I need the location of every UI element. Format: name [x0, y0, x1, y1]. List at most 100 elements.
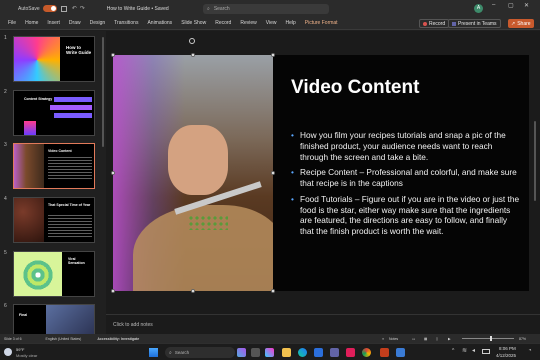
bullet-text: Food Tutorials – Figure out if you are i… [300, 193, 520, 237]
slide-thumbnail-3[interactable]: Video Content [13, 143, 95, 189]
slide-thumbnail-5[interactable]: Viral Sensation [13, 251, 95, 297]
weather-icon[interactable] [4, 348, 12, 356]
share-icon: ↗ [511, 20, 516, 27]
maximize-icon[interactable]: ▢ [508, 2, 514, 9]
notes-toggle[interactable]: Notes [389, 337, 398, 341]
slide-number: 4 [4, 196, 7, 202]
battery-icon[interactable] [482, 349, 490, 354]
resize-handle[interactable] [271, 53, 275, 57]
tab-animations[interactable]: Animations [147, 20, 172, 26]
share-label: Share [517, 20, 531, 27]
food-photo-image [14, 144, 44, 188]
tab-record[interactable]: Record [215, 20, 231, 26]
copilot-icon[interactable] [265, 348, 274, 357]
tab-transitions[interactable]: Transitions [114, 20, 138, 26]
redo-icon[interactable]: ↷ [80, 5, 85, 12]
undo-icon[interactable]: ↶ [72, 5, 77, 12]
zoom-slider-thumb[interactable] [490, 336, 492, 341]
app-icon[interactable] [237, 348, 246, 357]
language-status[interactable]: English (United States) [46, 337, 82, 341]
zoom-slider[interactable] [462, 336, 514, 341]
food-photo-image[interactable] [113, 55, 273, 291]
present-in-teams-button[interactable]: Present in Teams [448, 19, 501, 28]
slide-sorter-icon[interactable]: ▦ [424, 337, 427, 341]
slide-number: 5 [4, 250, 7, 256]
weather-desc: Mostly clear [16, 353, 38, 358]
resize-handle[interactable] [111, 53, 115, 57]
search-box[interactable]: ⌕ Search [203, 4, 329, 14]
windows-start-icon[interactable] [149, 348, 158, 357]
resize-handle[interactable] [271, 171, 275, 175]
notes-pane[interactable]: Click to add notes [106, 314, 540, 334]
chrome-icon[interactable] [362, 348, 371, 357]
resize-handle[interactable] [191, 289, 195, 293]
slide-bullets[interactable]: • How you film your recipes tutorials an… [291, 130, 521, 237]
tab-slide-show[interactable]: Slide Show [181, 20, 206, 26]
slideshow-icon[interactable]: ▶ [448, 337, 451, 341]
editor-scrollbar[interactable] [534, 121, 536, 201]
volume-icon[interactable]: ◂ [472, 347, 475, 354]
record-button[interactable]: Record [419, 19, 450, 28]
taskbar-search[interactable]: ⌕ Search [165, 347, 235, 358]
document-title[interactable]: How to Write Guide • Saved [107, 6, 169, 12]
tab-help[interactable]: Help [285, 20, 295, 26]
teams-icon [452, 21, 456, 26]
powerpoint-icon[interactable] [380, 348, 389, 357]
tab-picture-format[interactable]: Picture Format [305, 20, 338, 26]
tab-file[interactable]: File [8, 20, 16, 26]
tab-review[interactable]: Review [240, 20, 256, 26]
slide-thumbnail-1[interactable]: How to Write Guide [13, 36, 95, 82]
slide-thumbnail-pane: 1 How to Write Guide 2 Content Strategy … [0, 31, 106, 334]
resize-handle[interactable] [271, 289, 275, 293]
minimize-icon[interactable]: – [492, 2, 495, 8]
file-explorer-icon[interactable] [282, 348, 291, 357]
normal-view-icon[interactable]: ▭ [412, 337, 415, 341]
reading-view-icon[interactable]: ▯ [436, 337, 438, 341]
slide-canvas[interactable]: Video Content • How you film your recipe… [113, 55, 529, 291]
task-view-icon[interactable] [251, 348, 260, 357]
thumbnail-shape [50, 105, 92, 110]
thumbnail-title: Final [19, 313, 28, 317]
resize-handle[interactable] [191, 53, 195, 57]
slide-number: 2 [4, 89, 7, 95]
store-icon[interactable] [314, 348, 323, 357]
weather-temp[interactable]: 59°F [16, 347, 25, 352]
rotate-handle[interactable] [189, 38, 195, 44]
wifi-icon[interactable]: ≋ [462, 347, 467, 354]
thumbnail-title: How to Write Guide [66, 45, 92, 56]
close-icon[interactable]: ✕ [524, 2, 529, 9]
notes-icon[interactable]: ≡ [382, 337, 384, 341]
thumbnail-scrollbar[interactable] [102, 37, 104, 147]
resize-handle[interactable] [111, 289, 115, 293]
ribbon-tabs: File Home Insert Draw Design Transitions… [0, 17, 540, 30]
share-button[interactable]: ↗ Share [508, 19, 534, 28]
tab-view[interactable]: View [266, 20, 277, 26]
teams-icon[interactable] [330, 348, 339, 357]
app-icon[interactable] [396, 348, 405, 357]
zoom-level[interactable]: 87% [519, 337, 526, 341]
resize-handle[interactable] [111, 171, 115, 175]
slide-title[interactable]: Video Content [291, 77, 419, 99]
tab-design[interactable]: Design [90, 20, 106, 26]
clock-date[interactable]: 4/12/2025 [496, 353, 516, 358]
slide-thumbnail-4[interactable]: That Special Time of Year [13, 197, 95, 243]
slide-thumbnail-2[interactable]: Content Strategy [13, 90, 95, 136]
slack-icon[interactable] [346, 348, 355, 357]
hand-shape [168, 125, 228, 195]
edge-icon[interactable] [298, 348, 307, 357]
tab-draw[interactable]: Draw [69, 20, 81, 26]
notification-bell-icon[interactable]: ◔ [528, 348, 532, 354]
system-tray-chevron-icon[interactable]: ^ [452, 348, 454, 354]
slide-thumbnail-6[interactable]: Final [13, 304, 95, 334]
notes-placeholder: Click to add notes [113, 322, 153, 328]
bullet-icon: • [291, 193, 294, 204]
tab-insert[interactable]: Insert [47, 20, 60, 26]
autosave-toggle[interactable] [42, 5, 57, 12]
clock-time[interactable]: 8:06 PM [499, 346, 516, 351]
tab-home[interactable]: Home [25, 20, 38, 26]
accessibility-status[interactable]: Accessibility: Investigate [97, 337, 139, 341]
record-icon [423, 21, 427, 26]
avatar[interactable]: A [474, 4, 483, 13]
save-icon[interactable] [60, 5, 67, 12]
thumbnail-photo [46, 305, 94, 334]
